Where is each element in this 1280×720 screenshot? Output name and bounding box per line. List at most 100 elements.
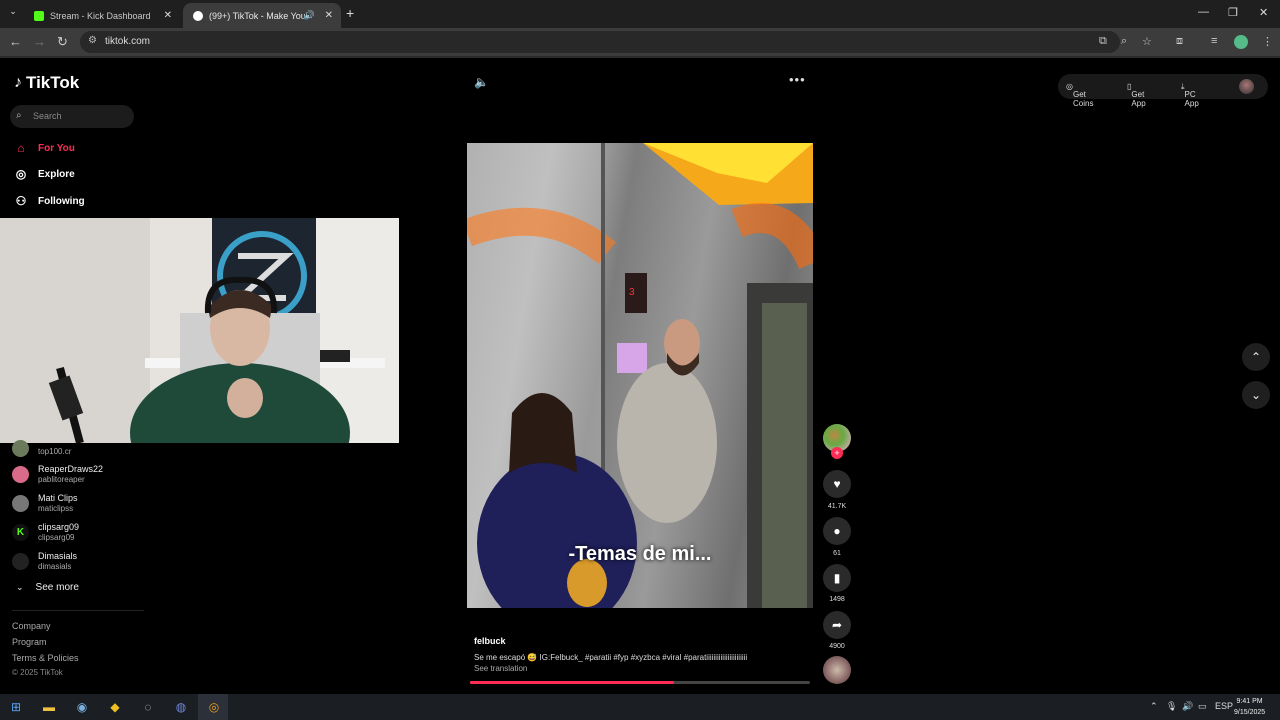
- like-button[interactable]: ♥: [823, 470, 851, 498]
- see-more-label: See more: [35, 582, 79, 593]
- see-more-button[interactable]: ⌄ See more: [16, 582, 79, 593]
- tab-label: (99+) TikTok - Make Your Day: [209, 10, 305, 21]
- tab-tiktok[interactable]: (99+) TikTok - Make Your Day 🔊 ✕: [183, 3, 341, 28]
- site-info-icon[interactable]: ⚙: [88, 35, 97, 46]
- chevron-down-icon: ⌄: [1250, 388, 1262, 402]
- sidebar-divider: [12, 610, 144, 611]
- footer-link-company[interactable]: Company: [12, 621, 51, 631]
- forward-icon[interactable]: →: [33, 34, 46, 49]
- music-disc-avatar[interactable]: [823, 656, 851, 684]
- close-window-icon[interactable]: ✕: [1259, 6, 1268, 19]
- tiktok-logo[interactable]: ♪ TikTok: [14, 73, 79, 93]
- chrome-icon[interactable]: ◎: [206, 699, 222, 715]
- pc-app-label: PC App: [1184, 90, 1199, 108]
- account-handle: pablitoreaper: [38, 475, 85, 484]
- share-count: 4900: [829, 643, 845, 650]
- tab-label: Stream - Kick Dashboard: [50, 10, 150, 21]
- tab-kick-dashboard[interactable]: Stream - Kick Dashboard ✕: [24, 3, 180, 28]
- language-indicator[interactable]: ESP: [1215, 701, 1233, 711]
- video-player[interactable]: 3 -Temas de mi...: [467, 143, 813, 608]
- taskbar: ⊞ ▬ ◉ ◆ ◌ ◍ ◎ ⌃ 🎙 🔊 ▭ ESP 9:41 PM 9/15/2…: [0, 694, 1280, 720]
- browser-tab-bar: ⌄ Stream - Kick Dashboard ✕ (99+) TikTok…: [0, 0, 1280, 28]
- user-avatar[interactable]: [1239, 79, 1254, 94]
- avatar: [12, 495, 29, 512]
- bookmark-icon: ▮: [833, 571, 841, 585]
- zoom-icon[interactable]: ⌕: [1121, 35, 1127, 48]
- get-app-button[interactable]: ▯ Get App: [1127, 82, 1146, 108]
- webcam-overlay: [0, 218, 399, 443]
- video-progress-bar[interactable]: [470, 681, 810, 684]
- logo-text: TikTok: [26, 73, 80, 92]
- following-account[interactable]: top100.cr: [12, 440, 71, 457]
- comment-button[interactable]: ●: [823, 517, 851, 545]
- previous-video-button[interactable]: ⌃: [1242, 343, 1270, 371]
- top-actions-bar: ◎ Get Coins ▯ Get App ⤓ PC App: [1058, 74, 1268, 108]
- tray-overflow-icon[interactable]: ⌃: [1150, 701, 1158, 712]
- following-account[interactable]: ReaperDraws22 pablitoreaper: [12, 464, 103, 485]
- profile-avatar[interactable]: [1234, 35, 1248, 49]
- nav-explore[interactable]: ◎ Explore: [14, 167, 75, 181]
- nav-label: For You: [38, 142, 75, 154]
- follow-plus-icon[interactable]: +: [831, 447, 843, 459]
- steam-icon[interactable]: ◉: [74, 699, 90, 715]
- pc-app-button[interactable]: ⤓ PC App: [1181, 82, 1199, 108]
- tab-audio-icon[interactable]: 🔊: [304, 10, 315, 21]
- following-account[interactable]: Dimasials dimasials: [12, 551, 77, 572]
- tiktok-note-icon: ♪: [14, 74, 22, 91]
- game-launcher-icon[interactable]: ◆: [107, 699, 123, 715]
- account-handle: dimasials: [38, 562, 72, 571]
- obs-icon[interactable]: ◌: [140, 699, 156, 715]
- account-handle: top100.cr: [38, 446, 72, 456]
- svg-text:3: 3: [629, 287, 635, 298]
- video-description: Se me escapó 😅 IG:Felbuck_ #paratii #fyp…: [474, 653, 748, 662]
- avatar: [12, 466, 29, 483]
- share-button[interactable]: ➦: [823, 611, 851, 639]
- network-icon[interactable]: ▭: [1198, 701, 1207, 712]
- url-text: tiktok.com: [105, 36, 151, 47]
- nav-for-you[interactable]: ⌂ For You: [14, 141, 75, 155]
- microphone-icon[interactable]: 🎙: [1166, 701, 1177, 712]
- speaker-icon[interactable]: 🔊: [1182, 701, 1193, 712]
- share-arrow-icon: ➦: [831, 618, 843, 632]
- comment-icon: ●: [833, 524, 841, 538]
- copyright: © 2025 TikTok: [12, 668, 63, 677]
- media-controls-icon[interactable]: ≡: [1211, 35, 1217, 47]
- system-clock[interactable]: 9:41 PM 9/15/2025: [1234, 696, 1265, 718]
- tab-search-icon[interactable]: ⌄: [6, 6, 20, 20]
- following-account[interactable]: Mati Clips maticlipss: [12, 493, 78, 514]
- see-translation-link[interactable]: See translation: [474, 664, 527, 673]
- more-options-icon[interactable]: •••: [789, 72, 806, 87]
- video-caption-overlay: -Temas de mi...: [568, 543, 712, 565]
- footer-link-program[interactable]: Program: [12, 637, 47, 647]
- next-video-button[interactable]: ⌄: [1242, 381, 1270, 409]
- get-coins-label: Get Coins: [1072, 90, 1094, 108]
- minimize-icon[interactable]: —: [1198, 6, 1209, 18]
- new-tab-button[interactable]: +: [346, 5, 354, 21]
- following-account[interactable]: K clipsarg09 clipsarg09: [12, 522, 79, 543]
- account-name: Mati Clips: [38, 493, 78, 503]
- back-icon[interactable]: ←: [9, 34, 22, 49]
- browser-menu-icon[interactable]: ⋮: [1262, 35, 1273, 48]
- volume-icon[interactable]: 🔈: [474, 75, 489, 89]
- video-author[interactable]: felbuck: [474, 636, 506, 646]
- close-tab-icon[interactable]: ✕: [325, 10, 333, 21]
- footer-link-terms[interactable]: Terms & Policies: [12, 653, 79, 663]
- install-app-icon[interactable]: ⧉: [1099, 35, 1107, 48]
- bookmark-star-icon[interactable]: ☆: [1142, 35, 1152, 48]
- clock-time: 9:41 PM: [1236, 698, 1263, 705]
- get-coins-button[interactable]: ◎ Get Coins: [1066, 82, 1093, 108]
- save-button[interactable]: ▮: [823, 564, 851, 592]
- account-handle: maticlipss: [38, 504, 74, 513]
- search-input[interactable]: ⌕ Search: [10, 105, 134, 128]
- chevron-up-icon: ⌃: [1250, 350, 1262, 364]
- windows-start-icon[interactable]: ⊞: [8, 699, 24, 715]
- avatar: [12, 440, 29, 457]
- extensions-icon[interactable]: ⧈: [1176, 35, 1183, 48]
- reload-icon[interactable]: ↻: [57, 34, 68, 50]
- file-explorer-icon[interactable]: ▬: [41, 699, 57, 715]
- restore-icon[interactable]: ❐: [1228, 6, 1238, 19]
- close-tab-icon[interactable]: ✕: [164, 10, 172, 21]
- nav-following[interactable]: ⚇ Following: [14, 194, 85, 208]
- discord-icon[interactable]: ◍: [173, 699, 189, 715]
- url-field[interactable]: ⚙ tiktok.com: [80, 31, 1120, 53]
